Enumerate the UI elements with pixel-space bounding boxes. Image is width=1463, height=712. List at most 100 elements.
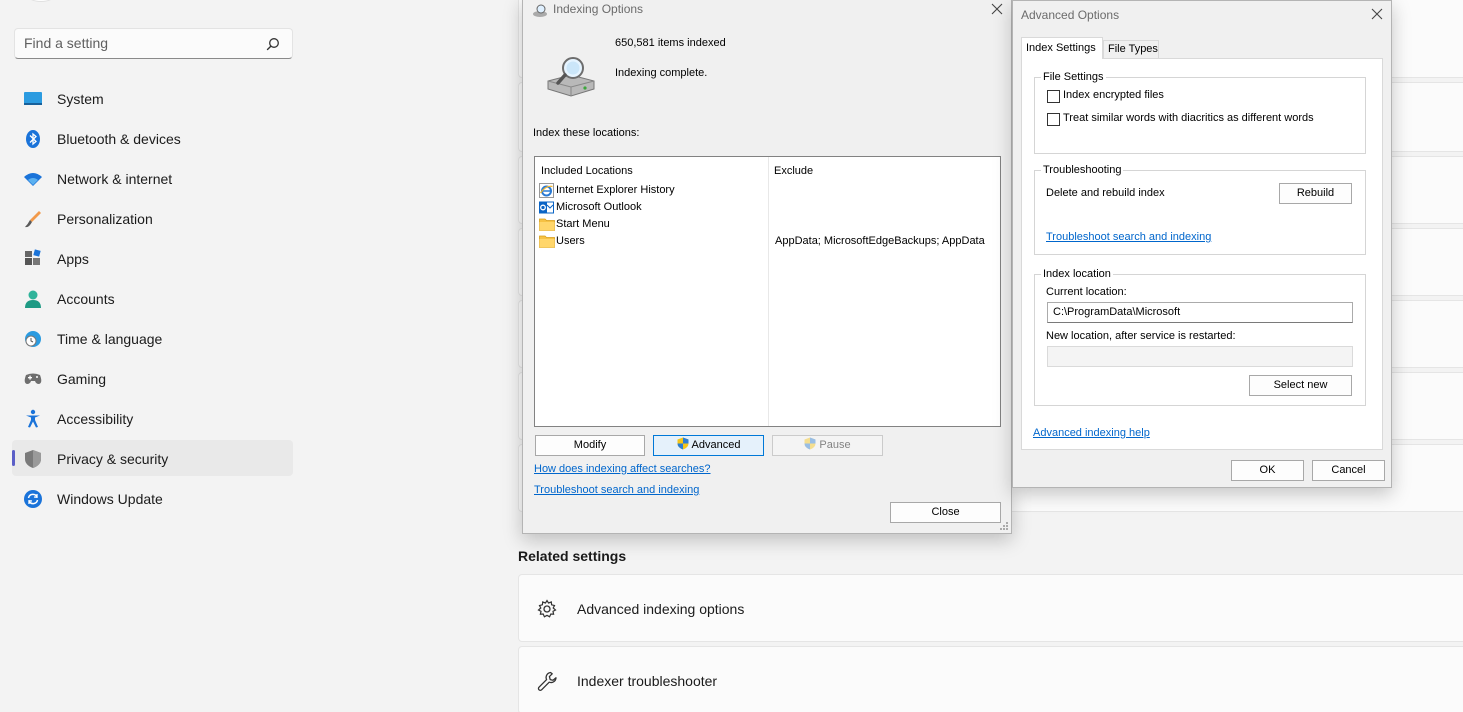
list-item[interactable]: Users AppData; MicrosoftEdgeBackups; App…	[539, 234, 999, 251]
button-label: Modify	[573, 439, 607, 451]
current-location-value: C:\ProgramData\Microsoft	[1053, 306, 1181, 318]
current-location-field[interactable]: C:\ProgramData\Microsoft	[1047, 302, 1353, 323]
nav-label: Accessibility	[57, 411, 134, 427]
nav-item-privacy-security[interactable]: Privacy & security	[12, 440, 293, 476]
index-location-group: Index location Current location: C:\Prog…	[1034, 268, 1366, 406]
nav-item-apps[interactable]: Apps	[12, 240, 293, 276]
nav-label: Privacy & security	[57, 451, 169, 467]
nav-item-personalization[interactable]: Personalization	[12, 200, 293, 236]
resize-grip-icon[interactable]	[999, 521, 1009, 531]
bluetooth-icon	[26, 130, 40, 148]
dialog-title: Indexing Options	[553, 2, 644, 16]
apps-icon	[25, 249, 41, 265]
nav-label: Apps	[57, 251, 89, 267]
brush-icon	[25, 211, 41, 228]
tab-file-types[interactable]: File Types	[1103, 40, 1159, 58]
sync-icon	[24, 490, 42, 508]
troubleshoot-link[interactable]: Troubleshoot search and indexing	[534, 484, 699, 496]
tab-label: Index Settings	[1026, 42, 1096, 54]
locations-list[interactable]: Included Locations Exclude Internet Expl…	[534, 156, 1001, 427]
nav-item-accounts[interactable]: Accounts	[12, 280, 293, 316]
how-indexing-affects-link[interactable]: How does indexing affect searches?	[534, 463, 711, 475]
column-header-included[interactable]: Included Locations	[541, 165, 633, 177]
uac-shield-icon	[677, 437, 689, 450]
nav-item-bluetooth[interactable]: Bluetooth & devices	[12, 120, 293, 156]
new-location-label: New location, after service is restarted…	[1046, 330, 1236, 342]
nav-item-windows-update[interactable]: Windows Update	[12, 480, 293, 516]
nav-label: System	[57, 91, 104, 107]
tab-index-settings[interactable]: Index Settings	[1021, 37, 1103, 59]
dialog-title-bar[interactable]: Indexing Options	[523, 0, 1011, 21]
checkbox-label[interactable]: Index encrypted files	[1063, 89, 1164, 101]
ie-icon	[539, 183, 554, 198]
checkbox-label[interactable]: Treat similar words with diacritics as d…	[1063, 112, 1314, 124]
wrench-icon	[537, 671, 557, 691]
cancel-button[interactable]: Cancel	[1312, 460, 1385, 481]
nav-label: Accounts	[57, 291, 115, 307]
indexing-app-icon	[533, 4, 547, 17]
indexer-troubleshooter-card[interactable]: Indexer troubleshooter	[518, 646, 1463, 712]
related-settings-title: Related settings	[518, 548, 627, 564]
gamepad-icon	[24, 373, 42, 384]
avatar	[26, 0, 56, 2]
tab-label: File Types	[1108, 43, 1158, 55]
person-icon	[25, 290, 41, 308]
location-exclude: AppData; MicrosoftEdgeBackups; AppData	[775, 235, 985, 247]
system-icon	[24, 92, 42, 105]
search-input[interactable]	[24, 35, 264, 51]
uac-shield-icon	[804, 437, 816, 450]
index-encrypted-checkbox[interactable]	[1047, 90, 1060, 103]
nav-label: Network & internet	[57, 171, 173, 187]
advanced-indexing-options-card[interactable]: Advanced indexing options	[518, 574, 1463, 642]
close-icon[interactable]	[1369, 6, 1385, 22]
locations-label: Index these locations:	[533, 127, 640, 139]
modify-button[interactable]: Modify	[535, 435, 645, 456]
location-name: Start Menu	[556, 218, 610, 230]
advanced-indexing-help-link[interactable]: Advanced indexing help	[1033, 427, 1150, 439]
settings-search-box[interactable]	[14, 28, 293, 59]
nav-item-gaming[interactable]: Gaming	[12, 360, 293, 396]
globe-clock-icon	[25, 331, 41, 347]
location-name: Microsoft Outlook	[556, 201, 642, 213]
pause-button[interactable]: Pause	[772, 435, 883, 456]
location-name: Users	[556, 235, 585, 247]
close-button[interactable]: Close	[890, 502, 1001, 523]
search-icon[interactable]	[266, 37, 280, 51]
accessibility-icon	[26, 409, 40, 428]
button-label: OK	[1259, 464, 1276, 476]
current-location-label: Current location:	[1046, 286, 1127, 298]
advanced-options-dialog: Advanced Options Index Settings File Typ…	[1012, 0, 1392, 488]
rebuild-button[interactable]: Rebuild	[1279, 183, 1352, 204]
troubleshoot-link[interactable]: Troubleshoot search and indexing	[1046, 231, 1211, 243]
rebuild-label: Delete and rebuild index	[1046, 187, 1165, 199]
close-icon[interactable]	[989, 1, 1005, 17]
nav-label: Time & language	[57, 331, 163, 347]
list-item[interactable]: Internet Explorer History	[539, 183, 999, 200]
select-new-button[interactable]: Select new	[1249, 375, 1352, 396]
list-item[interactable]: Microsoft Outlook	[539, 200, 999, 217]
nav-label: Windows Update	[57, 491, 163, 507]
nav-label: Bluetooth & devices	[57, 131, 181, 147]
gear-icon	[537, 599, 557, 618]
indexing-options-dialog: Indexing Options 650,581 items indexed I…	[522, 0, 1012, 534]
group-title: Index location	[1041, 268, 1113, 280]
dialog-title: Advanced Options	[1021, 8, 1120, 22]
column-header-exclude[interactable]: Exclude	[774, 165, 813, 177]
diacritics-checkbox[interactable]	[1047, 113, 1060, 126]
nav-item-system[interactable]: System	[12, 80, 293, 116]
button-label: Rebuild	[1296, 187, 1335, 199]
related-item-label: Indexer troubleshooter	[577, 673, 718, 689]
group-title: Troubleshooting	[1041, 164, 1124, 176]
advanced-button[interactable]: Advanced	[653, 435, 764, 456]
button-label: Advanced	[691, 439, 741, 451]
nav-item-time-language[interactable]: Time & language	[12, 320, 293, 356]
list-item[interactable]: Start Menu	[539, 217, 999, 234]
nav-label: Personalization	[57, 211, 153, 227]
button-label: Close	[931, 506, 960, 518]
nav-item-accessibility[interactable]: Accessibility	[12, 400, 293, 436]
button-label: Cancel	[1331, 464, 1366, 476]
dialog-title-bar[interactable]: Advanced Options	[1013, 1, 1391, 27]
location-name: Internet Explorer History	[556, 184, 675, 196]
nav-item-network[interactable]: Network & internet	[12, 160, 293, 196]
ok-button[interactable]: OK	[1231, 460, 1304, 481]
